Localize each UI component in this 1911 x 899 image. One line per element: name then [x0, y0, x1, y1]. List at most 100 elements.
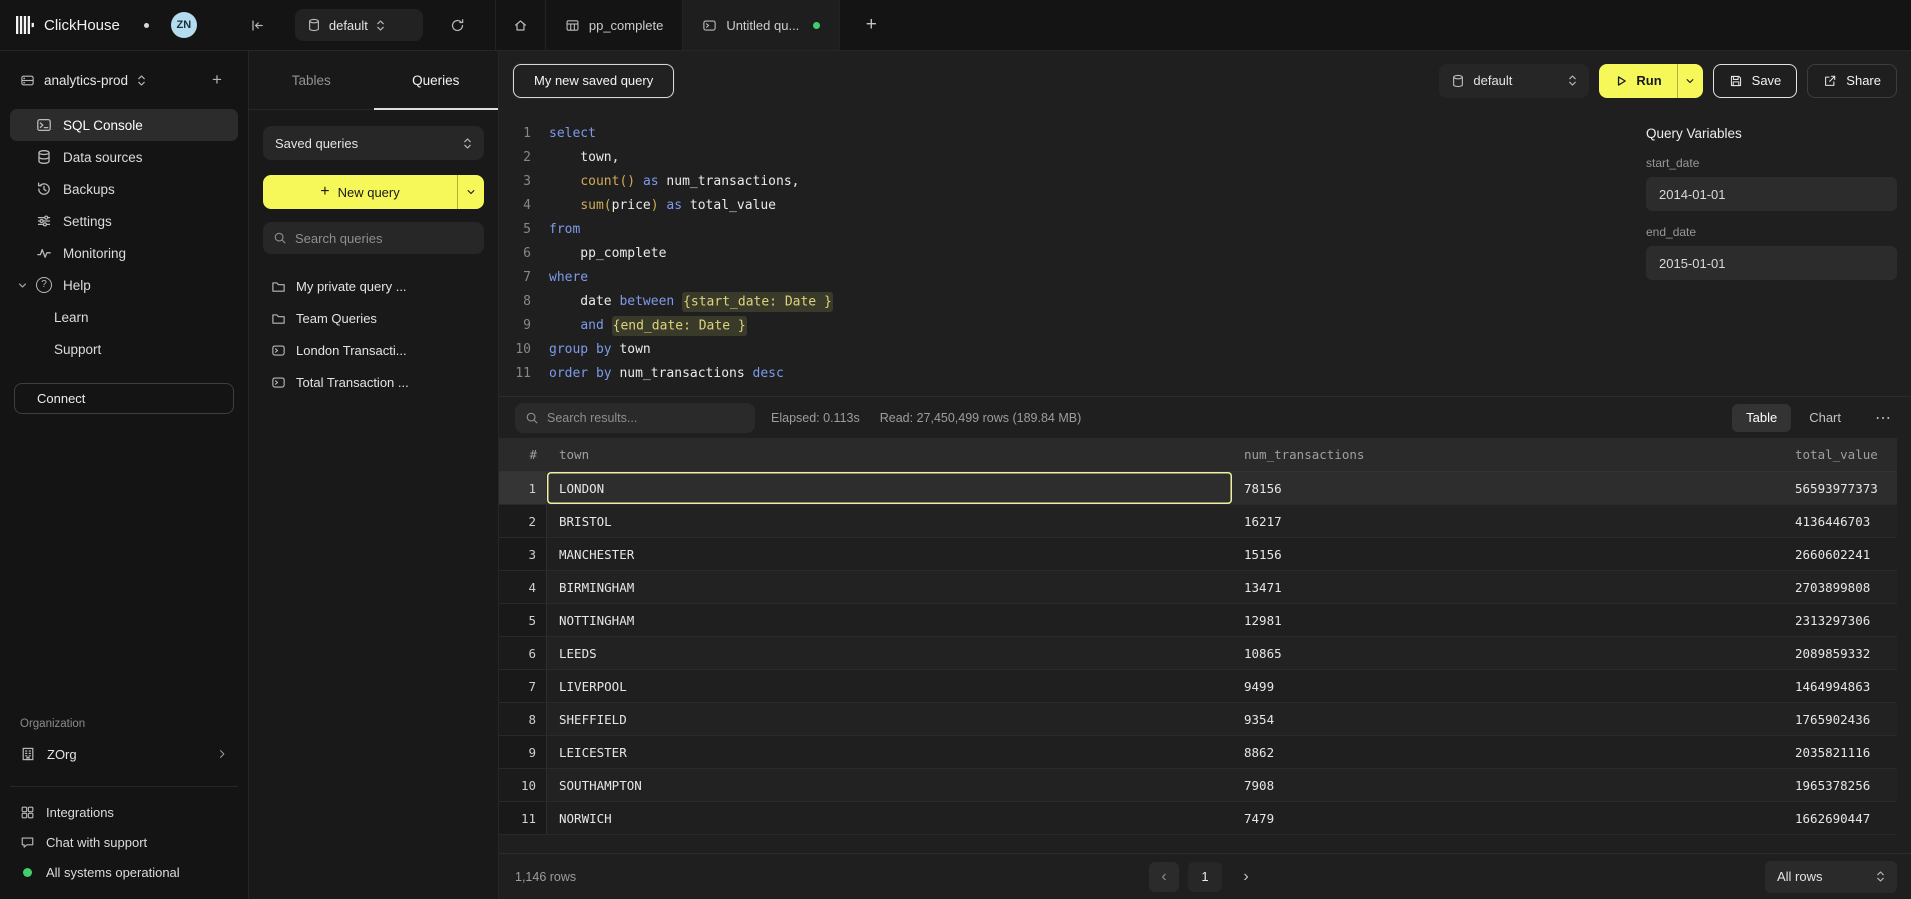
- current-page[interactable]: 1: [1188, 862, 1222, 892]
- table-cell[interactable]: 12981: [1232, 604, 1783, 636]
- results-search[interactable]: [515, 403, 755, 433]
- tab-pp-complete[interactable]: pp_complete: [545, 0, 682, 50]
- table-row[interactable]: 8SHEFFIELD93541765902436: [499, 703, 1897, 736]
- table-cell[interactable]: LEEDS: [547, 637, 1232, 669]
- query-search-input[interactable]: [295, 231, 474, 246]
- column-header[interactable]: total_value: [1783, 438, 1897, 471]
- user-avatar[interactable]: ZN: [171, 12, 197, 38]
- sidebar-item-help[interactable]: ? Help: [10, 269, 238, 301]
- sidebar-item-support[interactable]: Support: [10, 333, 238, 365]
- sidebar-item-monitoring[interactable]: Monitoring: [10, 237, 238, 269]
- workspace-selector[interactable]: analytics-prod: [20, 73, 146, 88]
- run-button[interactable]: Run: [1599, 64, 1676, 98]
- table-row[interactable]: 4BIRMINGHAM134712703899808: [499, 571, 1897, 604]
- new-query-main[interactable]: + New query: [263, 175, 457, 209]
- table-cell[interactable]: 16217: [1232, 505, 1783, 537]
- table-cell[interactable]: 2660602241: [1783, 538, 1897, 570]
- organization-selector[interactable]: ZOrg: [10, 738, 238, 770]
- row-index-cell[interactable]: 6: [499, 637, 547, 669]
- row-index-cell[interactable]: 2: [499, 505, 547, 537]
- list-item-private-query[interactable]: My private query ...: [263, 270, 484, 302]
- tab-untitled-query[interactable]: Untitled qu...: [682, 0, 840, 50]
- column-header[interactable]: num_transactions: [1232, 438, 1783, 471]
- prev-page-button[interactable]: ‹: [1149, 862, 1179, 892]
- new-tab-button[interactable]: +: [856, 10, 886, 40]
- saved-query-tab[interactable]: My new saved query: [513, 64, 674, 98]
- saved-queries-filter-select[interactable]: Saved queries: [263, 126, 484, 160]
- table-row[interactable]: 11NORWICH74791662690447: [499, 802, 1897, 835]
- table-row[interactable]: 7LIVERPOOL94991464994863: [499, 670, 1897, 703]
- table-cell[interactable]: 7908: [1232, 769, 1783, 801]
- table-cell[interactable]: 78156: [1232, 472, 1783, 504]
- table-row[interactable]: 2BRISTOL162174136446703: [499, 505, 1897, 538]
- rows-per-page-selector[interactable]: All rows: [1765, 861, 1897, 893]
- run-options-button[interactable]: [1677, 64, 1703, 98]
- query-search[interactable]: [263, 222, 484, 254]
- sidebar-item-backups[interactable]: Backups: [10, 173, 238, 205]
- table-cell[interactable]: 1662690447: [1783, 802, 1897, 834]
- table-cell[interactable]: 4136446703: [1783, 505, 1897, 537]
- sidebar-item-data-sources[interactable]: Data sources: [10, 141, 238, 173]
- row-index-cell[interactable]: 10: [499, 769, 547, 801]
- table-row[interactable]: 3MANCHESTER151562660602241: [499, 538, 1897, 571]
- table-view-button[interactable]: Table: [1732, 404, 1791, 432]
- row-index-cell[interactable]: 3: [499, 538, 547, 570]
- table-cell[interactable]: NORWICH: [547, 802, 1232, 834]
- sidebar-item-integrations[interactable]: Integrations: [10, 797, 238, 827]
- table-cell[interactable]: 1765902436: [1783, 703, 1897, 735]
- table-cell[interactable]: 2089859332: [1783, 637, 1897, 669]
- table-cell[interactable]: 7479: [1232, 802, 1783, 834]
- table-cell[interactable]: BIRMINGHAM: [547, 571, 1232, 603]
- table-cell[interactable]: 2035821116: [1783, 736, 1897, 768]
- table-cell[interactable]: NOTTINGHAM: [547, 604, 1232, 636]
- table-cell[interactable]: LEICESTER: [547, 736, 1232, 768]
- table-cell[interactable]: 15156: [1232, 538, 1783, 570]
- table-cell[interactable]: 10865: [1232, 637, 1783, 669]
- next-page-button[interactable]: ›: [1231, 862, 1261, 892]
- table-row[interactable]: 1LONDON7815656593977373: [499, 472, 1897, 505]
- sidebar-item-sql-console[interactable]: SQL Console: [10, 109, 238, 141]
- sidebar-item-learn[interactable]: Learn: [10, 301, 238, 333]
- row-index-cell[interactable]: 11: [499, 802, 547, 834]
- column-header[interactable]: town: [547, 438, 1232, 471]
- table-row[interactable]: 6LEEDS108652089859332: [499, 637, 1897, 670]
- table-cell[interactable]: SHEFFIELD: [547, 703, 1232, 735]
- end-date-input[interactable]: [1646, 246, 1897, 280]
- row-index-cell[interactable]: 4: [499, 571, 547, 603]
- share-button[interactable]: Share: [1807, 64, 1897, 98]
- new-query-dropdown-button[interactable]: [457, 175, 484, 209]
- more-options-button[interactable]: ⋯: [1871, 408, 1895, 428]
- table-cell[interactable]: 2313297306: [1783, 604, 1897, 636]
- table-cell[interactable]: LIVERPOOL: [547, 670, 1232, 702]
- collapse-panel-button[interactable]: [243, 10, 273, 40]
- table-cell[interactable]: 9499: [1232, 670, 1783, 702]
- row-index-cell[interactable]: 5: [499, 604, 547, 636]
- connect-button[interactable]: Connect: [14, 383, 234, 414]
- sql-editor[interactable]: 1234567891011 select town, count() as nu…: [499, 110, 1646, 396]
- table-row[interactable]: 5NOTTINGHAM129812313297306: [499, 604, 1897, 637]
- sidebar-item-chat-support[interactable]: Chat with support: [10, 827, 238, 857]
- results-search-input[interactable]: [547, 411, 745, 425]
- topbar-database-selector[interactable]: default: [295, 9, 423, 41]
- save-button[interactable]: Save: [1713, 64, 1798, 98]
- refresh-button[interactable]: [443, 10, 473, 40]
- sidebar-item-system-status[interactable]: All systems operational: [10, 857, 238, 887]
- add-service-button[interactable]: +: [204, 67, 230, 93]
- run-database-selector[interactable]: default: [1439, 64, 1589, 98]
- table-cell[interactable]: LONDON: [547, 472, 1232, 504]
- table-cell[interactable]: 1965378256: [1783, 769, 1897, 801]
- table-cell[interactable]: 8862: [1232, 736, 1783, 768]
- table-cell[interactable]: 13471: [1232, 571, 1783, 603]
- column-header[interactable]: #: [499, 438, 547, 471]
- row-index-cell[interactable]: 7: [499, 670, 547, 702]
- new-query-button[interactable]: + New query: [263, 175, 484, 209]
- table-cell[interactable]: 9354: [1232, 703, 1783, 735]
- table-row[interactable]: 10SOUTHAMPTON79081965378256: [499, 769, 1897, 802]
- row-index-cell[interactable]: 9: [499, 736, 547, 768]
- list-item-team-queries[interactable]: Team Queries: [263, 302, 484, 334]
- list-item-total-transactions[interactable]: Total Transaction ...: [263, 366, 484, 398]
- tab-queries[interactable]: Queries: [374, 51, 499, 109]
- sidebar-item-settings[interactable]: Settings: [10, 205, 238, 237]
- tab-tables[interactable]: Tables: [249, 51, 374, 109]
- row-index-cell[interactable]: 8: [499, 703, 547, 735]
